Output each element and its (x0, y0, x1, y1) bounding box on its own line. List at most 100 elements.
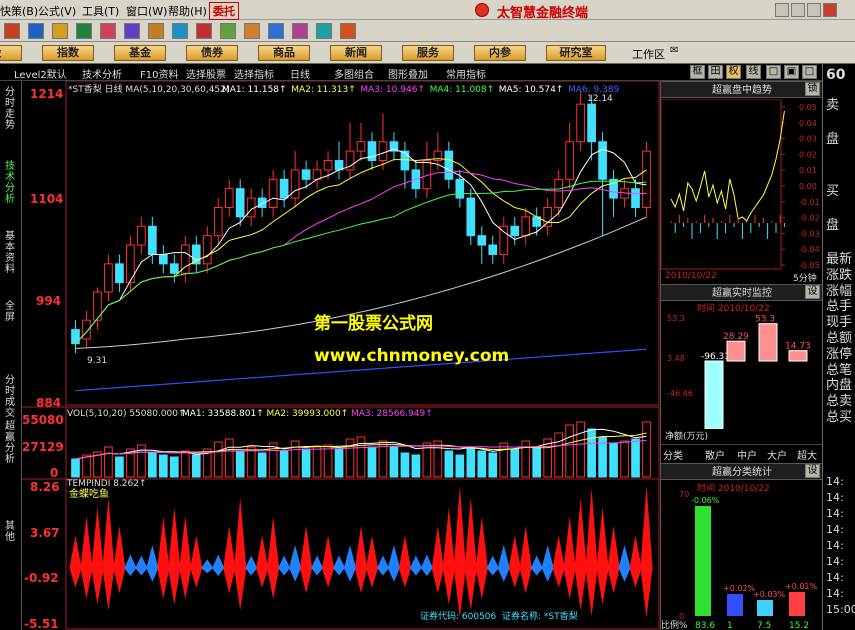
view-btn-b[interactable]: ▣ (784, 65, 799, 79)
indicator-shape (497, 545, 510, 582)
monitor-value-1: 28.29 (723, 332, 749, 342)
monitor-settings-button[interactable]: 设 (805, 285, 820, 299)
indicator-shape (574, 497, 587, 611)
subbar-f10[interactable]: F10资料 (140, 66, 178, 81)
toolbar-icon-7[interactable] (172, 23, 188, 39)
menu-item-tools[interactable]: 工具(T) (82, 3, 119, 19)
quote-sidebar: 60 卖 盘 买 盘 最新 涨跌 涨幅 总手 现手 总额 涨停 总笔 内盘 总卖 总买 14: 14:… (822, 64, 855, 630)
stats-settings-button[interactable]: 设 (805, 464, 820, 478)
subbar-level2[interactable]: Level2默认 (14, 66, 67, 81)
entrust-button[interactable]: 委托 (209, 2, 239, 20)
cat-fund[interactable]: 基金 (114, 45, 166, 61)
maximize-icon[interactable] (807, 3, 821, 17)
price-y-tick-3: 884 (36, 396, 61, 410)
cat-commodity[interactable]: 商品 (258, 45, 310, 61)
minimize-icon[interactable] (775, 3, 789, 17)
candle-body (356, 141, 366, 152)
lefttab-fullscreen[interactable]: 全屏 (5, 301, 18, 323)
indicator-shape (486, 555, 499, 576)
lefttab-analysis[interactable]: 超赢分析 (5, 421, 18, 465)
volume-bar (466, 446, 476, 478)
subbar-multichart[interactable]: 多图组合 (334, 66, 374, 81)
workspace-mail-icon[interactable]: ✉ (670, 45, 678, 56)
candle-body (148, 225, 157, 255)
lefttab-other[interactable]: 其他 (5, 521, 18, 543)
trend-lock-button[interactable]: 锁 (805, 82, 820, 96)
stats-bar-1 (727, 594, 743, 616)
view-btn-rights[interactable]: 权 (726, 65, 741, 79)
cat-stock[interactable]: 股 (0, 45, 22, 61)
lefttab-intraday[interactable]: 分时走势 (5, 87, 18, 131)
toolbar-icon-6[interactable] (148, 23, 164, 39)
toolbar-icon-1[interactable] (28, 23, 44, 39)
quote-field-1: 涨跌 (826, 267, 853, 283)
close-icon[interactable] (823, 3, 837, 17)
subbar-daily[interactable]: 日线 (290, 66, 310, 81)
menu-item-help[interactable]: 帮助(H) (168, 3, 207, 19)
subbar-overlay[interactable]: 图形叠加 (388, 66, 428, 81)
toolbar-icon-3[interactable] (76, 23, 92, 39)
restore-icon[interactable] (791, 3, 805, 17)
lefttab-tech[interactable]: 技术分析 (5, 161, 18, 205)
indicator-shape (607, 526, 620, 594)
candle-body (137, 225, 146, 246)
toolbar-icon-0[interactable] (4, 23, 20, 39)
main-chart[interactable]: *ST香梨 日线 MA(5,10,20,30,60,452) MA1: 11.1… (22, 81, 660, 630)
volume-bar (400, 452, 410, 478)
toolbar-icon-8[interactable] (196, 23, 212, 39)
indicator-shape (201, 559, 214, 574)
toolbar-icon-5[interactable] (124, 23, 140, 39)
indicator-shape (398, 535, 411, 588)
toolbar-icon-4[interactable] (100, 23, 116, 39)
workspace-label[interactable]: 工作区 (632, 46, 665, 62)
subbar-select-stock[interactable]: 选择股票 (186, 66, 226, 81)
monitor-categories: 分类 散户 中户 大户 超大 (661, 444, 823, 462)
view-btn-grid[interactable]: 田 (708, 65, 723, 79)
toolbar-icon-2[interactable] (52, 23, 68, 39)
monitor-bar-1 (726, 340, 746, 362)
subbar-select-indicator[interactable]: 选择指标 (234, 66, 274, 81)
time-row-7: 14: (826, 587, 844, 600)
indicator-shape (530, 555, 543, 576)
toolbar-icon-10[interactable] (244, 23, 260, 39)
cat-service[interactable]: 服务 (402, 45, 454, 61)
cat-news[interactable]: 新闻 (330, 45, 382, 61)
toolbar-icon-13[interactable] (316, 23, 332, 39)
toolbar-icon-12[interactable] (292, 23, 308, 39)
toolbar-icon-11[interactable] (268, 23, 284, 39)
candle-body (235, 188, 245, 218)
toolbar-icon-14[interactable] (340, 23, 356, 39)
indicator-shape (508, 535, 521, 588)
candle-body (576, 103, 585, 143)
subbar-common-indicator[interactable]: 常用指标 (446, 66, 486, 81)
indicator-shape (278, 555, 291, 576)
indicator-shape (563, 516, 576, 599)
menu-item-formula[interactable]: 公式(V) (38, 3, 76, 19)
lefttab-trades[interactable]: 分时成交 (5, 375, 18, 419)
trend-chart: 0.05 0.04 0.03 0.02 0.01 0.00 -0.01 -0.02 -0.03 -… (661, 99, 820, 270)
volume-bar (631, 438, 640, 478)
indicator-shape (596, 507, 609, 605)
view-btn-frame[interactable]: 框 (690, 65, 705, 79)
view-btn-c[interactable]: □ (802, 65, 817, 79)
icon-toolbar (0, 20, 855, 42)
stats-bottom-0: 比例% (661, 619, 688, 630)
menu-item-decide[interactable]: 快策(B) (0, 3, 38, 19)
volume-bar (148, 452, 157, 478)
subbar-tech[interactable]: 技术分析 (82, 66, 122, 81)
cat-research[interactable]: 研究室 (546, 45, 606, 61)
lefttab-basic[interactable]: 基本资料 (5, 231, 18, 275)
cat-bond[interactable]: 债券 (186, 45, 238, 61)
toolbar-icon-9[interactable] (220, 23, 236, 39)
trend-scale-1: 0.04 (799, 119, 817, 128)
monitor-left-1: 3.48 (667, 354, 685, 363)
view-btn-a[interactable]: □ (766, 65, 781, 79)
cat-insider[interactable]: 内参 (474, 45, 526, 61)
view-btn-line[interactable]: 线 (746, 65, 761, 79)
ma-label-1: MA2: 11.313↑ (291, 85, 356, 95)
menu-item-window[interactable]: 窗口(W) (126, 3, 167, 19)
cat-index[interactable]: 指数 (42, 45, 94, 61)
trend-frame (661, 99, 782, 270)
indicator-shape (135, 555, 148, 576)
volume-ma-labels: MA1: 33588.801↑ MA2: 39993.000↑ MA3: 28566… (182, 409, 433, 419)
